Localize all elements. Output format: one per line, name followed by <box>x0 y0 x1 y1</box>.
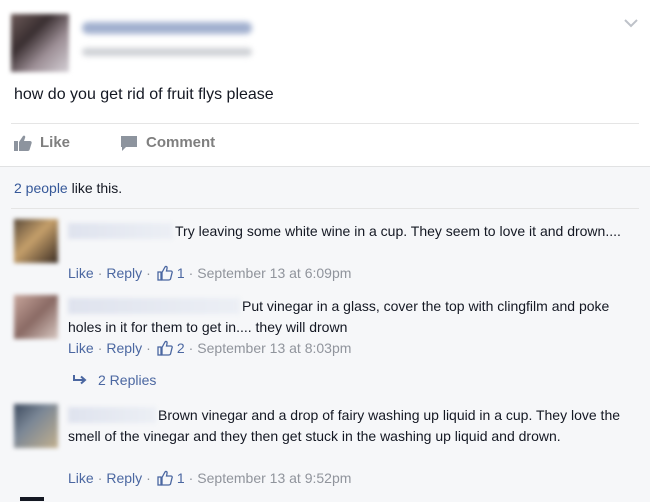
like-button[interactable]: Like <box>14 134 70 151</box>
comment-meta: Like · Reply · 2 · September 13 at 8:03p… <box>68 340 351 356</box>
comment-like-count[interactable]: 2 <box>177 340 185 356</box>
separator: · <box>97 340 103 356</box>
comment-like-link[interactable]: Like <box>68 470 94 486</box>
separator: · <box>188 265 194 281</box>
divider <box>11 208 639 209</box>
thumbs-up-icon <box>157 470 173 486</box>
separator: · <box>97 470 103 486</box>
commenter-name-redacted[interactable] <box>68 298 240 314</box>
like-button-label: Like <box>40 134 71 151</box>
comment-reply-link[interactable]: Reply <box>106 340 142 356</box>
comment-bubble-icon <box>121 135 137 151</box>
divider <box>20 497 44 501</box>
separator: · <box>146 265 151 281</box>
divider <box>11 123 639 124</box>
comment-button[interactable]: Comment <box>120 134 215 151</box>
chevron-down-icon[interactable] <box>622 14 640 32</box>
separator: · <box>146 470 151 486</box>
comments-panel: 2 people like this. Try leaving some whi… <box>0 166 650 502</box>
comment-body: Try leaving some white wine in a cup. Th… <box>68 221 628 242</box>
post-header <box>0 0 650 80</box>
separator: · <box>146 340 151 356</box>
comment-timestamp[interactable]: September 13 at 9:52pm <box>197 470 351 486</box>
separator: · <box>97 265 103 281</box>
commenter-avatar[interactable] <box>14 295 58 339</box>
comment-button-label: Comment <box>146 134 216 151</box>
post-text: how do you get rid of fruit flys please <box>14 86 274 103</box>
commenter-name-redacted[interactable] <box>68 407 156 423</box>
comment-like-link[interactable]: Like <box>68 340 94 356</box>
comment-text: Try leaving some white wine in a cup. Th… <box>175 223 621 239</box>
comment-like-count[interactable]: 1 <box>177 265 185 281</box>
commenter-avatar[interactable] <box>14 404 58 448</box>
commenter-name-redacted[interactable] <box>68 223 173 239</box>
thumbs-up-icon <box>14 135 32 151</box>
comment-timestamp[interactable]: September 13 at 6:09pm <box>197 265 351 281</box>
thumbs-up-icon <box>157 340 173 356</box>
comment-body: Brown vinegar and a drop of fairy washin… <box>68 405 628 447</box>
comment-reply-link[interactable]: Reply <box>106 265 142 281</box>
commenter-avatar[interactable] <box>14 219 58 263</box>
view-replies-link[interactable]: 2 Replies <box>72 372 156 388</box>
separator: · <box>188 470 194 486</box>
separator: · <box>188 340 194 356</box>
author-name-redacted[interactable] <box>82 22 252 34</box>
view-replies-label: 2 Replies <box>98 372 157 388</box>
comment-like-link[interactable]: Like <box>68 265 94 281</box>
comment-like-count[interactable]: 1 <box>177 470 185 486</box>
thumbs-up-icon <box>157 265 173 281</box>
comment-meta: Like · Reply · 1 · September 13 at 6:09p… <box>68 265 351 281</box>
author-avatar[interactable] <box>11 14 69 72</box>
comment-timestamp[interactable]: September 13 at 8:03pm <box>197 340 351 356</box>
likes-summary: 2 people like this. <box>14 180 122 196</box>
post-timestamp-redacted[interactable] <box>82 48 252 56</box>
likers-link[interactable]: 2 people <box>14 180 68 196</box>
comment-body: Put vinegar in a glass, cover the top wi… <box>68 296 628 338</box>
comment-reply-link[interactable]: Reply <box>106 470 142 486</box>
likes-summary-suffix: like this. <box>67 180 123 196</box>
comment-meta: Like · Reply · 1 · September 13 at 9:52p… <box>68 470 351 486</box>
reply-arrow-icon <box>73 375 87 385</box>
